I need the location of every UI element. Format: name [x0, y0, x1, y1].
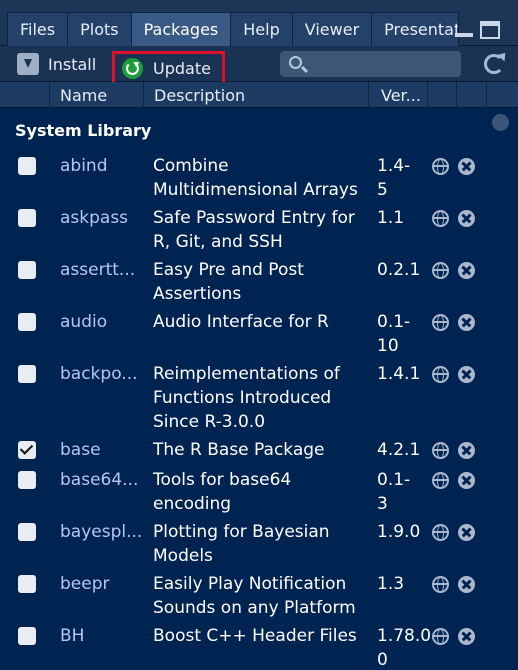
- globe-icon[interactable]: [432, 524, 449, 541]
- refresh-green-icon: [122, 57, 143, 79]
- package-search[interactable]: [280, 51, 461, 77]
- package-load-checkbox[interactable]: [18, 471, 36, 489]
- search-icon: [289, 56, 302, 69]
- globe-icon[interactable]: [432, 366, 449, 383]
- tab-plots[interactable]: Plots: [67, 12, 132, 46]
- tab-packages[interactable]: Packages: [130, 12, 232, 46]
- remove-icon[interactable]: [458, 472, 475, 489]
- package-name-link[interactable]: assertt...: [60, 258, 144, 282]
- column-header-row: Name Description Ver...: [0, 82, 518, 108]
- pane-tab-bar: Files Plots Packages Help Viewer Present…: [0, 0, 518, 46]
- package-version: 1.9.0: [377, 522, 421, 542]
- remove-icon[interactable]: [458, 366, 475, 383]
- install-button[interactable]: Install: [17, 49, 96, 79]
- package-description: Reimplementations of Functions Introduce…: [153, 364, 340, 432]
- column-header-description[interactable]: Description: [144, 82, 369, 108]
- install-icon: [17, 53, 39, 75]
- globe-icon[interactable]: [432, 314, 449, 331]
- remove-icon[interactable]: [458, 210, 475, 227]
- tab-help[interactable]: Help: [230, 12, 293, 46]
- package-description: Boost C++ Header Files: [153, 626, 357, 646]
- package-description: Easy Pre and Post Assertions: [153, 260, 304, 304]
- package-load-checkbox[interactable]: [18, 209, 36, 227]
- vertical-scrollbar[interactable]: [487, 108, 518, 670]
- globe-icon[interactable]: [432, 442, 449, 459]
- globe-icon[interactable]: [432, 262, 449, 279]
- package-name-link[interactable]: BH: [60, 624, 144, 648]
- package-version: 0.1- 3: [377, 470, 411, 514]
- package-load-checkbox[interactable]: [18, 365, 36, 383]
- package-list: System Library abind Combine Multidimens…: [0, 108, 487, 670]
- packages-toolbar: Install Update: [0, 46, 518, 85]
- remove-icon[interactable]: [458, 628, 475, 645]
- maximize-icon[interactable]: [480, 21, 500, 39]
- package-description: Audio Interface for R: [153, 312, 329, 332]
- globe-icon[interactable]: [432, 210, 449, 227]
- remove-icon[interactable]: [458, 576, 475, 593]
- package-version: 1.3: [377, 574, 405, 594]
- package-name-link[interactable]: audio: [60, 310, 144, 334]
- package-name-link[interactable]: beepr: [60, 572, 144, 596]
- package-load-checkbox[interactable]: [18, 157, 36, 175]
- package-load-checkbox[interactable]: [18, 261, 36, 279]
- remove-icon[interactable]: [458, 314, 475, 331]
- package-name-link[interactable]: abind: [60, 154, 144, 178]
- package-name-link[interactable]: base64...: [60, 468, 144, 492]
- package-description: The R Base Package: [153, 440, 325, 460]
- remove-icon[interactable]: [458, 442, 475, 459]
- package-load-checkbox[interactable]: [18, 313, 36, 331]
- column-header-web: [428, 82, 457, 108]
- package-version: 1.4.1: [377, 364, 421, 384]
- install-label: Install: [48, 54, 97, 74]
- tab-viewer[interactable]: Viewer: [291, 12, 373, 46]
- column-header-version[interactable]: Ver...: [369, 82, 428, 108]
- package-name-link[interactable]: bayespl...: [60, 520, 144, 544]
- update-label: Update: [153, 58, 211, 78]
- package-version: 1.4- 5: [377, 156, 411, 200]
- package-description: Tools for base64 encoding: [153, 470, 292, 514]
- package-description: Plotting for Bayesian Models: [153, 522, 330, 566]
- package-version: 4.2.1: [377, 440, 421, 460]
- package-version: 1.1: [377, 208, 405, 228]
- globe-icon[interactable]: [432, 576, 449, 593]
- package-load-checkbox[interactable]: [18, 441, 36, 459]
- package-name-link[interactable]: base: [60, 438, 144, 462]
- package-description: Combine Multidimensional Arrays: [153, 156, 358, 200]
- package-load-checkbox[interactable]: [18, 575, 36, 593]
- refresh-icon[interactable]: [484, 54, 504, 74]
- tab-files[interactable]: Files: [7, 12, 69, 46]
- search-input[interactable]: [310, 53, 455, 75]
- package-name-link[interactable]: backpo...: [60, 362, 144, 386]
- column-header-remove: [457, 82, 487, 108]
- package-name-link[interactable]: askpass: [60, 206, 144, 230]
- remove-icon[interactable]: [458, 262, 475, 279]
- package-load-checkbox[interactable]: [18, 523, 36, 541]
- tab-list: Files Plots Packages Help Viewer Present…: [7, 12, 460, 46]
- package-description: Easily Play Notification Sounds on any P…: [153, 574, 356, 618]
- column-header-name[interactable]: Name: [50, 82, 144, 108]
- pane-window-controls: [454, 21, 500, 39]
- globe-icon[interactable]: [432, 628, 449, 645]
- package-version: 0.1- 10: [377, 312, 411, 356]
- update-button[interactable]: Update: [112, 51, 225, 85]
- package-version: 1.78.0 0: [377, 626, 432, 670]
- column-header-checkbox: [0, 82, 50, 108]
- scrollbar-thumb[interactable]: [492, 114, 509, 131]
- minimize-icon[interactable]: [454, 22, 474, 39]
- remove-icon[interactable]: [458, 158, 475, 175]
- globe-icon[interactable]: [432, 158, 449, 175]
- tab-presentation[interactable]: Presentati: [371, 12, 460, 46]
- globe-icon[interactable]: [432, 472, 449, 489]
- section-title: System Library: [15, 121, 152, 140]
- package-load-checkbox[interactable]: [18, 627, 36, 645]
- package-description: Safe Password Entry for R, Git, and SSH: [153, 208, 355, 252]
- package-version: 0.2.1: [377, 260, 421, 280]
- remove-icon[interactable]: [458, 524, 475, 541]
